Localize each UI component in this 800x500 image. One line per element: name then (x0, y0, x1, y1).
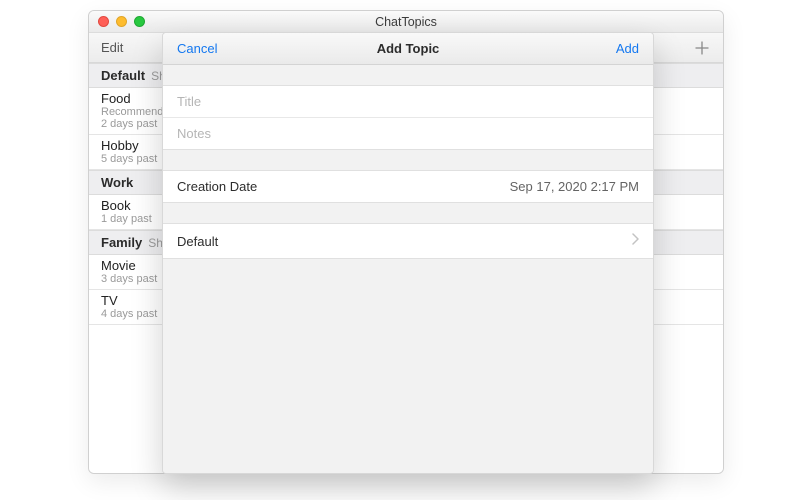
title-field-row[interactable] (163, 86, 653, 118)
add-topic-toolbar-button[interactable] (693, 39, 711, 57)
window-title: ChatTopics (89, 15, 723, 29)
sheet-header: Cancel Add Topic Add (163, 33, 653, 65)
form-block-fields (163, 85, 653, 150)
titlebar: ChatTopics (89, 11, 723, 33)
cancel-button[interactable]: Cancel (177, 41, 217, 56)
notes-input[interactable] (177, 126, 639, 141)
creation-date-value: Sep 17, 2020 2:17 PM (510, 179, 639, 194)
notes-field-row[interactable] (163, 118, 653, 149)
form-block-date: Creation Date Sep 17, 2020 2:17 PM (163, 170, 653, 203)
chevron-right-icon (631, 232, 639, 250)
form-block-category: Default (163, 223, 653, 259)
title-input[interactable] (177, 94, 639, 109)
zoom-window-button[interactable] (134, 16, 145, 27)
form-spacer (163, 65, 653, 85)
category-value: Default (177, 234, 218, 249)
section-title: Work (101, 175, 133, 190)
sheet-body (163, 259, 653, 473)
plus-icon (693, 39, 711, 57)
form-spacer (163, 203, 653, 223)
category-row[interactable]: Default (163, 224, 653, 258)
section-title: Default (101, 68, 145, 83)
sheet-title: Add Topic (163, 41, 653, 56)
creation-date-row[interactable]: Creation Date Sep 17, 2020 2:17 PM (163, 171, 653, 202)
creation-date-label: Creation Date (177, 179, 257, 194)
form-spacer (163, 150, 653, 170)
add-topic-sheet: Cancel Add Topic Add Creation Date Sep 1… (162, 32, 654, 474)
edit-button[interactable]: Edit (101, 40, 123, 55)
add-button[interactable]: Add (616, 41, 639, 56)
minimize-window-button[interactable] (116, 16, 127, 27)
traffic-lights (98, 16, 145, 27)
close-window-button[interactable] (98, 16, 109, 27)
section-title: Family (101, 235, 142, 250)
